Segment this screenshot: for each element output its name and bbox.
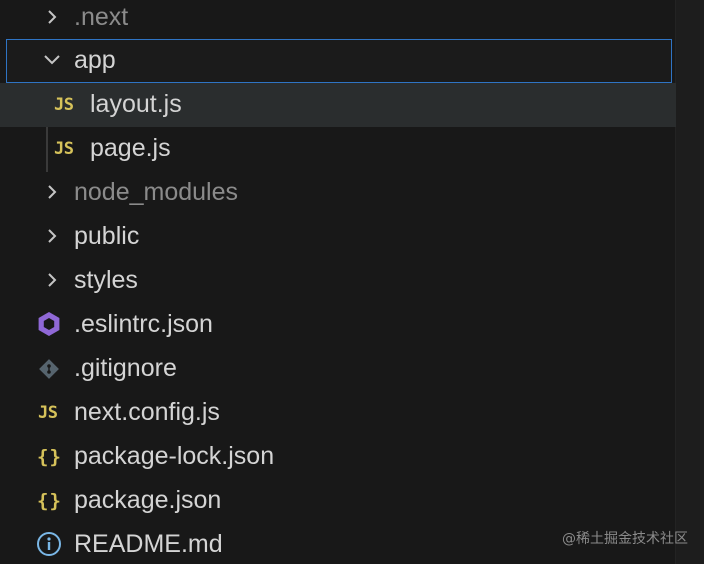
javascript-file-icon: JS: [54, 139, 74, 159]
watermark: @稀土掘金技术社区: [562, 531, 688, 547]
tree-item-label: layout.js: [90, 90, 182, 118]
scrollbar-track[interactable]: [675, 0, 704, 564]
tree-item-label: node_modules: [74, 178, 239, 206]
tree-item-label: .next: [74, 3, 129, 31]
file-explorer: .next app JS layout.js JS page.js node_m…: [0, 0, 704, 564]
tree-item-package-lock[interactable]: {} package-lock.json: [0, 435, 676, 479]
info-icon: [36, 532, 62, 556]
tree-item-package-json[interactable]: {} package.json: [0, 479, 676, 523]
tree-item-node-modules-folder[interactable]: node_modules: [0, 171, 676, 215]
json-file-icon: {}: [37, 446, 62, 468]
tree-item-label: app: [74, 46, 116, 74]
tree-item-label: public: [74, 222, 140, 250]
tree-item-label: page.js: [90, 134, 171, 162]
tree-item-label: next.config.js: [74, 398, 220, 426]
chevron-right-icon[interactable]: [44, 9, 60, 25]
json-file-icon: {}: [37, 490, 62, 512]
tree-item-label: package-lock.json: [74, 442, 275, 470]
tree-item-styles-folder[interactable]: styles: [0, 259, 676, 303]
chevron-right-icon[interactable]: [44, 184, 60, 200]
tree-item-next-folder[interactable]: .next: [0, 0, 676, 40]
chevron-down-icon[interactable]: [43, 52, 60, 68]
tree-item-label: README.md: [74, 530, 223, 558]
tree-item-public-folder[interactable]: public: [0, 215, 676, 259]
git-icon: [38, 357, 60, 381]
javascript-file-icon: JS: [38, 403, 58, 423]
chevron-right-icon[interactable]: [44, 228, 60, 244]
eslint-icon: [36, 312, 62, 336]
tree-item-next-config[interactable]: JS next.config.js: [0, 391, 676, 435]
tree-item-layout-js[interactable]: JS layout.js: [0, 83, 676, 127]
tree-item-gitignore[interactable]: .gitignore: [0, 347, 676, 391]
tree-item-label: styles: [74, 266, 138, 294]
javascript-file-icon: JS: [54, 95, 74, 115]
tree-item-label: .gitignore: [74, 354, 177, 382]
tree-item-eslintrc[interactable]: .eslintrc.json: [0, 303, 676, 347]
chevron-right-icon[interactable]: [44, 272, 60, 288]
tree-item-label: package.json: [74, 486, 222, 514]
tree-item-page-js[interactable]: JS page.js: [0, 127, 676, 171]
tree-item-label: .eslintrc.json: [74, 310, 213, 338]
tree-item-app-folder[interactable]: app: [6, 39, 672, 83]
